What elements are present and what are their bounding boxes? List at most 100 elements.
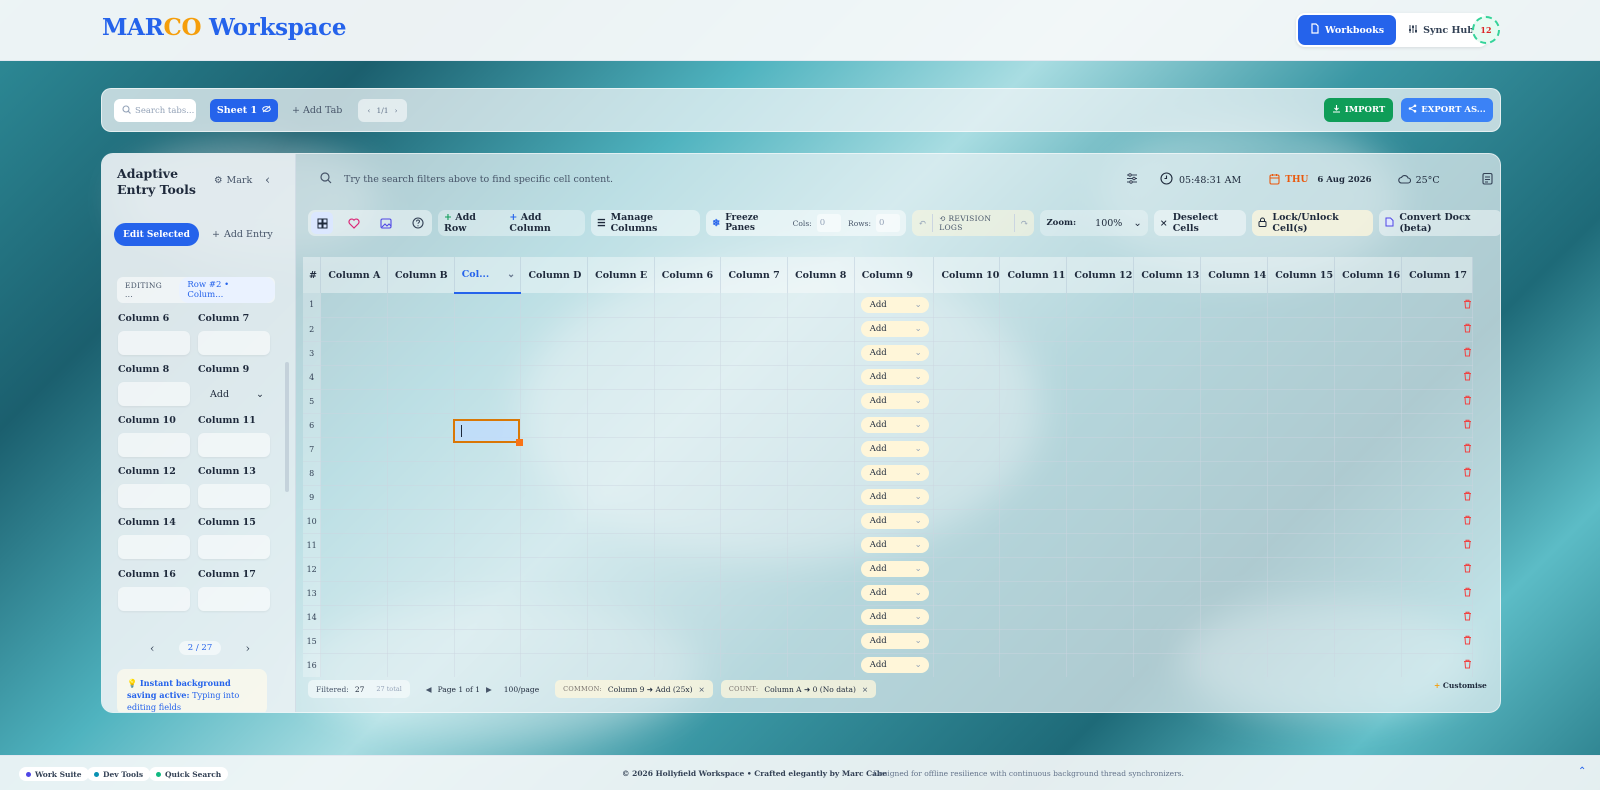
grid-cell[interactable]	[720, 341, 789, 366]
grid-cell[interactable]	[933, 629, 1001, 654]
mark-button[interactable]: ⚙ Mark	[214, 175, 252, 186]
field-input[interactable]	[198, 484, 270, 508]
grid-cell[interactable]	[387, 293, 455, 318]
grid-cell[interactable]	[387, 557, 455, 582]
grid-cell[interactable]	[720, 629, 789, 654]
grid-cell[interactable]	[999, 413, 1068, 438]
grid-cell[interactable]	[1334, 341, 1403, 366]
grid-cell[interactable]	[1066, 509, 1135, 534]
row-number[interactable]: 13	[303, 581, 322, 606]
grid-cell[interactable]	[1334, 437, 1403, 462]
grid-cell[interactable]	[654, 293, 722, 318]
fill-handle[interactable]	[516, 439, 523, 446]
grid-cell[interactable]	[1401, 293, 1473, 318]
column-header[interactable]: Column 10	[933, 257, 1001, 293]
grid-cell[interactable]	[1133, 437, 1202, 462]
grid-cell[interactable]	[654, 485, 722, 510]
grid-cell[interactable]	[1334, 629, 1403, 654]
row-number[interactable]: 4	[303, 365, 322, 390]
sidebar-scrollbar[interactable]	[285, 362, 289, 492]
grid-cell[interactable]	[654, 461, 722, 486]
grid-cell[interactable]	[1200, 317, 1269, 342]
grid-cell[interactable]	[1401, 437, 1473, 462]
grid-cell[interactable]	[720, 533, 789, 558]
user-avatar[interactable]: 12	[1472, 16, 1500, 44]
undo-icon[interactable]: ↶	[918, 218, 926, 229]
grid-cell[interactable]	[1334, 461, 1403, 486]
grid-cell[interactable]	[1066, 605, 1135, 630]
grid-cell[interactable]	[520, 485, 589, 510]
convert-docx-button[interactable]: Convert Docx (beta)	[1379, 210, 1500, 236]
grid-cell[interactable]	[787, 317, 855, 342]
cell-dropdown[interactable]: Add ⌄	[860, 345, 929, 361]
cell-dropdown[interactable]: Add ⌄	[860, 633, 929, 649]
grid-cell[interactable]	[787, 389, 855, 414]
grid-cell[interactable]	[787, 341, 855, 366]
grid-cell[interactable]	[787, 581, 855, 606]
grid-cell[interactable]	[1267, 533, 1336, 558]
grid-cell[interactable]	[1133, 485, 1202, 510]
grid-cell[interactable]	[654, 341, 722, 366]
grid-cell[interactable]	[587, 413, 655, 438]
trash-icon[interactable]	[1463, 467, 1472, 480]
grid-cell[interactable]	[787, 533, 855, 558]
cell-dropdown[interactable]: Add ⌄	[860, 609, 929, 625]
column-header[interactable]: Column 8	[787, 257, 855, 293]
grid-cell[interactable]	[587, 461, 655, 486]
grid-cell[interactable]	[1200, 293, 1269, 318]
trash-icon[interactable]	[1463, 347, 1472, 360]
grid-cell[interactable]	[1401, 629, 1473, 654]
import-button[interactable]: IMPORT	[1324, 98, 1393, 122]
grid-cell[interactable]	[999, 581, 1068, 606]
grid-cell[interactable]	[787, 413, 855, 438]
grid-cell[interactable]	[454, 653, 522, 677]
column-header[interactable]: Column 17	[1401, 257, 1473, 293]
grid-cell[interactable]	[787, 461, 855, 486]
grid-cell[interactable]	[933, 653, 1001, 677]
grid-cell[interactable]	[1133, 389, 1202, 414]
grid-cell[interactable]	[1133, 461, 1202, 486]
grid-cell[interactable]	[1066, 461, 1135, 486]
grid-cell[interactable]	[1200, 365, 1269, 390]
grid-cell[interactable]	[1066, 485, 1135, 510]
grid-cell[interactable]	[1401, 413, 1473, 438]
grid-cell[interactable]	[1267, 605, 1336, 630]
grid-cell[interactable]	[1334, 485, 1403, 510]
grid-cell[interactable]	[320, 485, 388, 510]
grid-cell[interactable]	[1267, 629, 1336, 654]
grid-cell[interactable]: Add ⌄	[854, 557, 935, 582]
grid-cell[interactable]	[1133, 629, 1202, 654]
grid-cell[interactable]	[1200, 509, 1269, 534]
trash-icon[interactable]	[1463, 371, 1472, 384]
grid-cell[interactable]	[654, 533, 722, 558]
grid-cell[interactable]	[933, 533, 1001, 558]
grid-cell[interactable]: Add ⌄	[854, 629, 935, 654]
grid-cell[interactable]: Add ⌄	[854, 581, 935, 606]
row-number[interactable]: 9	[303, 485, 322, 510]
grid-cell[interactable]	[1334, 317, 1403, 342]
grid-cell[interactable]	[1401, 533, 1473, 558]
field-input[interactable]	[198, 331, 270, 355]
column-header[interactable]: Column 6	[654, 257, 722, 293]
grid-cell[interactable]	[999, 653, 1068, 677]
cell-dropdown[interactable]: Add ⌄	[860, 441, 929, 457]
grid-cell[interactable]	[520, 629, 589, 654]
grid-cell[interactable]	[654, 509, 722, 534]
grid-cell[interactable]	[1267, 389, 1336, 414]
grid-cell[interactable]	[1200, 413, 1269, 438]
grid-cell[interactable]	[720, 437, 789, 462]
grid-cell[interactable]	[587, 485, 655, 510]
grid-cell[interactable]	[1267, 509, 1336, 534]
grid-cell[interactable]: Add ⌄	[854, 605, 935, 630]
add-entry-button[interactable]: + Add Entry	[212, 223, 273, 246]
grid-cell[interactable]	[1267, 581, 1336, 606]
grid-cell[interactable]	[587, 605, 655, 630]
grid-cell[interactable]	[787, 509, 855, 534]
chevron-right-icon[interactable]: ›	[395, 106, 398, 115]
grid-cell[interactable]	[1066, 557, 1135, 582]
redo-icon[interactable]: ↷	[1021, 218, 1029, 229]
column-header-active[interactable]: Col... ⌄	[454, 257, 522, 294]
grid-cell[interactable]	[999, 293, 1068, 318]
grid-cell[interactable]	[320, 557, 388, 582]
grid-cell[interactable]	[720, 293, 789, 318]
